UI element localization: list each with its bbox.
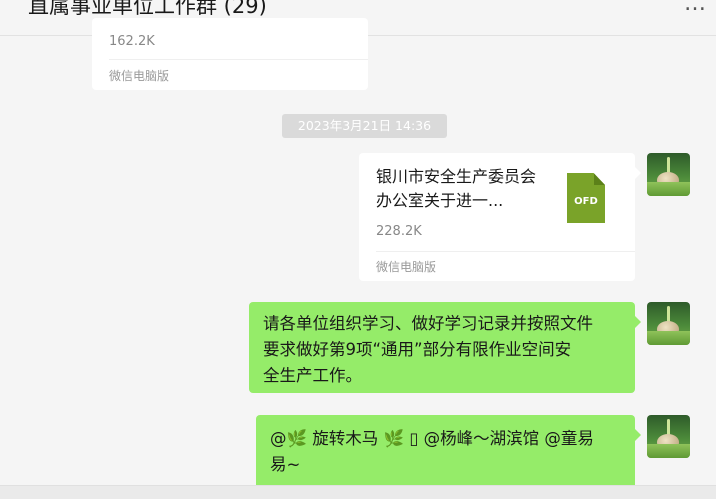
message-text: 请各单位组织学习、做好学习记录并按照文件 要求做好第9项“通用”部分有限作业空间… xyxy=(263,311,593,389)
file-message-card[interactable]: 银川市安全生产委员会办公室关于进一... OFD 228.2K 微信电脑版 xyxy=(359,153,641,281)
card-divider xyxy=(376,251,635,252)
message-line: 全生产工作。 xyxy=(263,366,362,385)
avatar-grass-shape xyxy=(647,182,690,196)
message-line: 要求做好第9项“通用”部分有限作业空间安 xyxy=(263,340,572,359)
message-line: 请各单位组织学习、做好学习记录并按照文件 xyxy=(263,314,593,333)
text-message-bubble[interactable]: 请各单位组织学习、做好学习记录并按照文件 要求做好第9项“通用”部分有限作业空间… xyxy=(249,302,641,393)
file-source-label: 微信电脑版 xyxy=(376,260,437,274)
message-timestamp: 2023年3月21日 14:36 xyxy=(282,114,447,138)
chat-title: 直属事业单位工作群 (29) xyxy=(28,0,267,18)
file-size: 162.2K xyxy=(109,34,155,49)
user-avatar[interactable] xyxy=(647,302,690,345)
input-area-edge xyxy=(0,485,716,499)
text-message-bubble[interactable]: @🌿 旋转木马 🌿 ▯ @杨峰～湖滨馆 @童易 易~ xyxy=(256,415,641,495)
file-type-label: OFD xyxy=(574,196,598,207)
file-name: 银川市安全生产委员会办公室关于进一... xyxy=(376,167,537,210)
message-line: 易~ xyxy=(270,455,301,474)
user-avatar[interactable] xyxy=(647,153,690,196)
user-avatar[interactable] xyxy=(647,415,690,458)
more-options-icon[interactable]: … xyxy=(684,0,712,15)
avatar-grass-shape xyxy=(647,444,690,458)
message-line: @🌿 旋转木马 🌿 ▯ @杨峰～湖滨馆 @童易 xyxy=(270,429,594,448)
card-divider xyxy=(109,59,368,60)
file-fold-corner xyxy=(594,173,605,185)
file-size: 228.2K xyxy=(376,224,422,239)
message-text: @🌿 旋转木马 🌿 ▯ @杨峰～湖滨馆 @童易 易~ xyxy=(270,426,594,478)
file-message-card[interactable]: 162.2K 微信电脑版 xyxy=(92,18,368,90)
file-source-label: 微信电脑版 xyxy=(109,69,170,83)
ofd-file-icon: OFD xyxy=(567,173,605,223)
avatar-grass-shape xyxy=(647,331,690,345)
